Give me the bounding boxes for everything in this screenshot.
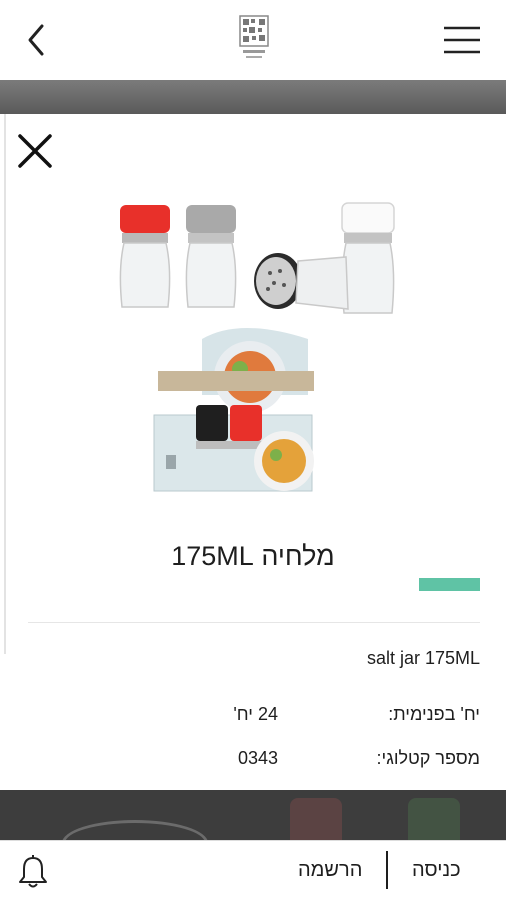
close-icon[interactable] (16, 132, 54, 170)
background-bowl-image (62, 820, 208, 840)
background-jar-image (408, 798, 460, 840)
catalog-number-label: מספר קטלוגי: (376, 748, 480, 768)
product-title: מלחיה 175ML (171, 541, 335, 571)
register-link[interactable]: הרשמה (298, 859, 362, 882)
catalog-number-value: 0343 (237, 748, 278, 768)
accent-bar (419, 578, 480, 591)
overlay-band (0, 80, 506, 114)
top-header (0, 0, 506, 81)
units-value: 24 יח' (233, 704, 278, 724)
background-page (0, 790, 506, 840)
salt-jar-product-photo (110, 199, 420, 504)
modal-edge (4, 114, 6, 654)
background-jar-image (290, 798, 342, 840)
chevron-left-icon[interactable] (22, 20, 54, 60)
brand-logo-icon[interactable] (237, 14, 271, 62)
bottom-bar: הרשמה כניסה (0, 840, 506, 901)
hamburger-menu-icon[interactable] (442, 24, 482, 56)
units-label: יח' בפנימית: (388, 704, 480, 724)
divider (28, 622, 480, 623)
login-link[interactable]: כניסה (412, 859, 461, 882)
bottom-bar-divider (386, 851, 388, 889)
product-english-name: salt jar 175ML (366, 648, 480, 668)
bell-icon[interactable] (18, 855, 48, 889)
product-modal: מלחיה 175ML salt jar 175ML יח' בפנימית: … (0, 114, 506, 790)
